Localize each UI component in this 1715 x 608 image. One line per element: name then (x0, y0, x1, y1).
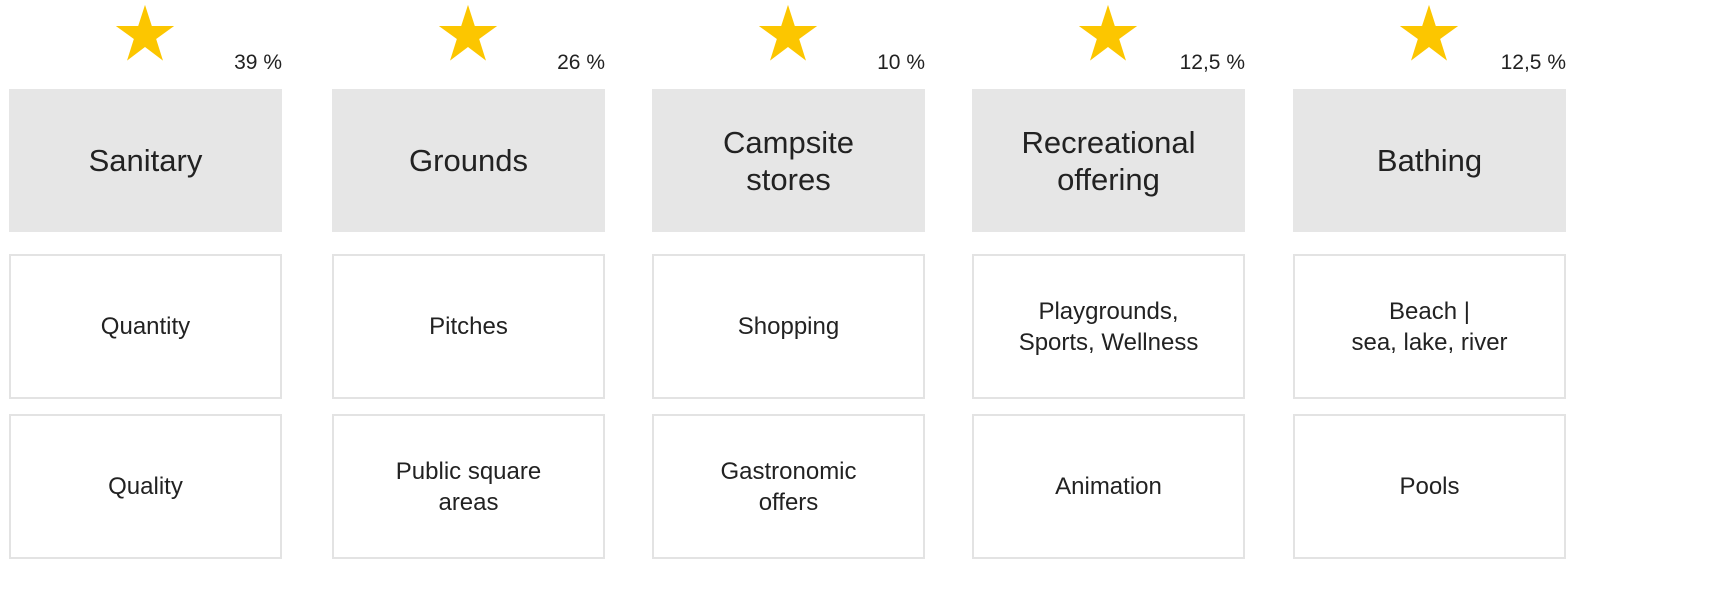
weight-percent: 39 % (234, 51, 282, 74)
category-header: Campsite stores (652, 89, 925, 232)
criterion-box: Pools (1293, 414, 1566, 559)
weight-percent: 12,5 % (1179, 51, 1245, 74)
criterion-box: Quality (9, 414, 282, 559)
criterion-label: Gastronomic offers (720, 457, 857, 516)
category-label: Sanitary (88, 143, 203, 178)
category-column-bathing: 12,5 % Bathing Beach | sea, lake, river … (1293, 0, 1566, 608)
category-header: Recreational offering (972, 89, 1245, 232)
star-icon (1398, 3, 1460, 65)
criterion-box: Public square areas (332, 414, 605, 559)
category-column-campsite-stores: 10 % Campsite stores Shopping Gastronomi… (652, 0, 925, 608)
category-label: Grounds (409, 143, 528, 178)
criterion-label: Shopping (737, 313, 840, 340)
star-icon (757, 3, 819, 65)
criterion-label: Beach | sea, lake, river (1351, 297, 1508, 356)
category-column-grounds: 26 % Grounds Pitches Public square areas (332, 0, 605, 608)
criterion-box: Shopping (652, 254, 925, 399)
criterion-label: Pools (1399, 473, 1460, 500)
category-header: Grounds (332, 89, 605, 232)
criterion-box: Quantity (9, 254, 282, 399)
category-label: Campsite stores (723, 124, 854, 197)
criterion-box: Gastronomic offers (652, 414, 925, 559)
criterion-label: Pitches (429, 313, 508, 340)
weight-percent: 10 % (877, 51, 925, 74)
category-header: Bathing (1293, 89, 1566, 232)
category-column-recreational-offering: 12,5 % Recreational offering Playgrounds… (972, 0, 1245, 608)
criterion-label: Playgrounds, Sports, Wellness (1018, 297, 1199, 356)
category-column-sanitary: 39 % Sanitary Quantity Quality (9, 0, 282, 608)
criterion-box: Pitches (332, 254, 605, 399)
star-icon (1077, 3, 1139, 65)
star-icon (114, 3, 176, 65)
weight-percent: 12,5 % (1500, 51, 1566, 74)
criterion-box: Animation (972, 414, 1245, 559)
criterion-box: Beach | sea, lake, river (1293, 254, 1566, 399)
criterion-label: Quantity (100, 313, 191, 340)
category-label: Recreational offering (1021, 124, 1196, 197)
criterion-label: Quality (108, 473, 183, 500)
star-icon (437, 3, 499, 65)
category-label: Bathing (1376, 143, 1483, 178)
category-header: Sanitary (9, 89, 282, 232)
criterion-box: Playgrounds, Sports, Wellness (972, 254, 1245, 399)
criterion-label: Public square areas (395, 457, 542, 516)
criterion-label: Animation (1055, 473, 1162, 500)
weight-percent: 26 % (557, 51, 605, 74)
